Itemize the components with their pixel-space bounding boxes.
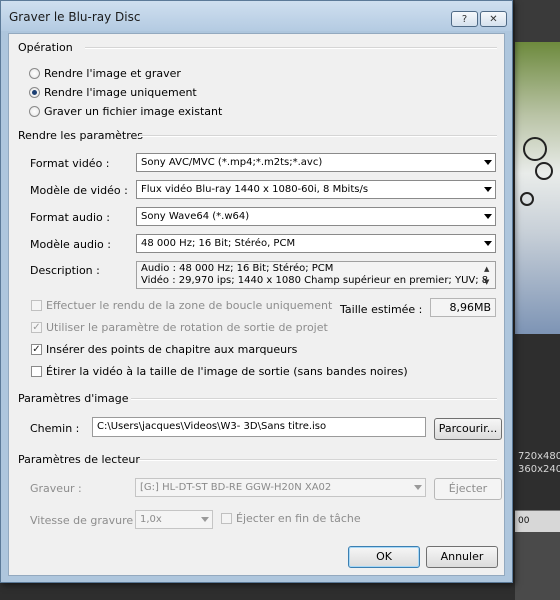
timeline-track	[515, 532, 560, 600]
audio-template-select[interactable]: 48 000 Hz; 16 Bit; Stéréo, PCM	[136, 234, 496, 253]
scroll-up-icon[interactable]: ▲	[484, 263, 489, 275]
estimated-size-label: Taille estimée :	[340, 303, 423, 316]
eject-when-done-label: Éjecter en fin de tâche	[236, 512, 361, 525]
ok-button[interactable]: OK	[348, 546, 420, 568]
help-button[interactable]: ?	[451, 11, 478, 27]
timeline-ruler: 00	[515, 510, 560, 533]
close-button[interactable]: ✕	[480, 11, 507, 27]
description-box[interactable]: Audio : 48 000 Hz; 16 Bit; Stéréo; PCM V…	[136, 261, 496, 289]
audio-format-value: Sony Wave64 (*.w64)	[141, 211, 250, 222]
burner-value: [G:] HL-DT-ST BD-RE GGW-H20N XA02	[140, 482, 332, 493]
video-preview	[515, 42, 560, 334]
video-format-value: Sony AVC/MVC (*.mp4;*.m2ts;*.avc)	[141, 157, 323, 168]
loop-region-label: Effectuer le rendu de la zone de boucle …	[46, 299, 333, 312]
dialog-client-area: Opération Rendre l'image et graver Rendr…	[8, 33, 505, 576]
radio-burn-existing-label: Graver un fichier image existant	[44, 105, 223, 118]
image-params-divider	[131, 398, 497, 400]
rotation-checkbox[interactable]: ✓ Utiliser le paramètre de rotation de s…	[31, 321, 328, 334]
scroll-down-icon[interactable]: ▼	[484, 276, 489, 288]
chevron-down-icon[interactable]	[484, 160, 492, 165]
video-format-select[interactable]: Sony AVC/MVC (*.mp4;*.m2ts;*.avc)	[136, 153, 496, 172]
path-input[interactable]: C:\Users\jacques\Videos\W3- 3D\Sans titr…	[92, 417, 426, 437]
burn-speed-value: 1,0x	[140, 514, 162, 525]
chevron-down-icon[interactable]	[484, 241, 492, 246]
radio-render-only[interactable]: Rendre l'image uniquement	[29, 86, 197, 99]
render-heading: Rendre les paramètres	[18, 129, 144, 142]
loop-region-checkbox[interactable]: Effectuer le rendu de la zone de boucle …	[31, 299, 332, 312]
render-divider	[139, 135, 497, 137]
chapters-label: Insérer des points de chapitre aux marqu…	[46, 343, 298, 356]
audio-template-label: Modèle audio :	[30, 238, 111, 251]
resolution-line-2: 360x240	[518, 464, 560, 475]
operation-divider	[85, 47, 497, 49]
checkbox-box[interactable]	[31, 300, 42, 311]
description-line-video: Vidéo : 29,970 ips; 1440 x 1080 Champ su…	[141, 275, 489, 286]
chevron-down-icon[interactable]	[484, 214, 492, 219]
reader-params-divider	[139, 459, 497, 461]
radio-indicator-selected[interactable]	[29, 87, 40, 98]
video-template-select[interactable]: Flux vidéo Blu-ray 1440 x 1080-60i, 8 Mb…	[136, 180, 496, 199]
operation-heading: Opération	[18, 41, 73, 54]
burn-speed-select[interactable]: 1,0x	[135, 510, 213, 529]
chevron-down-icon[interactable]	[414, 485, 422, 490]
check-icon[interactable]: ✓	[31, 322, 42, 333]
description-scrollbar[interactable]: ▲ ▼	[481, 262, 495, 288]
video-format-label: Format vidéo :	[30, 157, 110, 170]
check-icon[interactable]: ✓	[31, 344, 42, 355]
video-template-value: Flux vidéo Blu-ray 1440 x 1080-60i, 8 Mb…	[141, 184, 369, 195]
burn-bluray-dialog: Graver le Blu-ray Disc ? ✕ Opération Ren…	[0, 0, 513, 583]
burn-speed-label: Vitesse de gravure :	[30, 514, 141, 527]
title-bar[interactable]: Graver le Blu-ray Disc ? ✕	[1, 1, 512, 31]
audio-format-label: Format audio :	[30, 211, 110, 224]
background-toolbar	[515, 0, 560, 42]
radio-render-only-label: Rendre l'image uniquement	[44, 86, 197, 99]
stretch-checkbox[interactable]: Étirer la vidéo à la taille de l'image d…	[31, 365, 408, 378]
checkbox-box[interactable]	[31, 366, 42, 377]
stretch-label: Étirer la vidéo à la taille de l'image d…	[46, 365, 408, 378]
cancel-button[interactable]: Annuler	[426, 546, 498, 568]
resolution-line-1: 720x480	[518, 451, 560, 462]
radio-render-and-burn[interactable]: Rendre l'image et graver	[29, 67, 181, 80]
image-params-heading: Paramètres d'image	[18, 392, 129, 405]
dialog-title: Graver le Blu-ray Disc	[9, 10, 141, 24]
burner-label: Graveur :	[30, 482, 82, 495]
eject-when-done-checkbox[interactable]: Éjecter en fin de tâche	[221, 512, 361, 525]
rotation-label: Utiliser le paramètre de rotation de sor…	[46, 321, 328, 334]
reader-params-heading: Paramètres de lecteur	[18, 453, 140, 466]
burner-select[interactable]: [G:] HL-DT-ST BD-RE GGW-H20N XA02	[135, 478, 426, 497]
ruler-label: 00	[518, 516, 530, 526]
chapters-checkbox[interactable]: ✓ Insérer des points de chapitre aux mar…	[31, 343, 297, 356]
eject-button[interactable]: Éjecter	[434, 478, 502, 500]
chevron-down-icon[interactable]	[484, 187, 492, 192]
resolution-readout: 720x480 360x240	[518, 450, 560, 476]
radio-burn-existing[interactable]: Graver un fichier image existant	[29, 105, 222, 118]
audio-format-select[interactable]: Sony Wave64 (*.w64)	[136, 207, 496, 226]
checkbox-box[interactable]	[221, 513, 232, 524]
estimated-size-value: 8,96MB	[430, 298, 496, 317]
radio-render-and-burn-label: Rendre l'image et graver	[44, 67, 181, 80]
browse-button[interactable]: Parcourir...	[434, 418, 502, 440]
radio-indicator[interactable]	[29, 106, 40, 117]
description-line-audio: Audio : 48 000 Hz; 16 Bit; Stéréo; PCM	[141, 263, 334, 274]
video-template-label: Modèle de vidéo :	[30, 184, 128, 197]
audio-template-value: 48 000 Hz; 16 Bit; Stéréo, PCM	[141, 238, 296, 249]
path-label: Chemin :	[30, 422, 80, 435]
description-label: Description :	[30, 264, 100, 277]
radio-indicator[interactable]	[29, 68, 40, 79]
chevron-down-icon[interactable]	[201, 517, 209, 522]
